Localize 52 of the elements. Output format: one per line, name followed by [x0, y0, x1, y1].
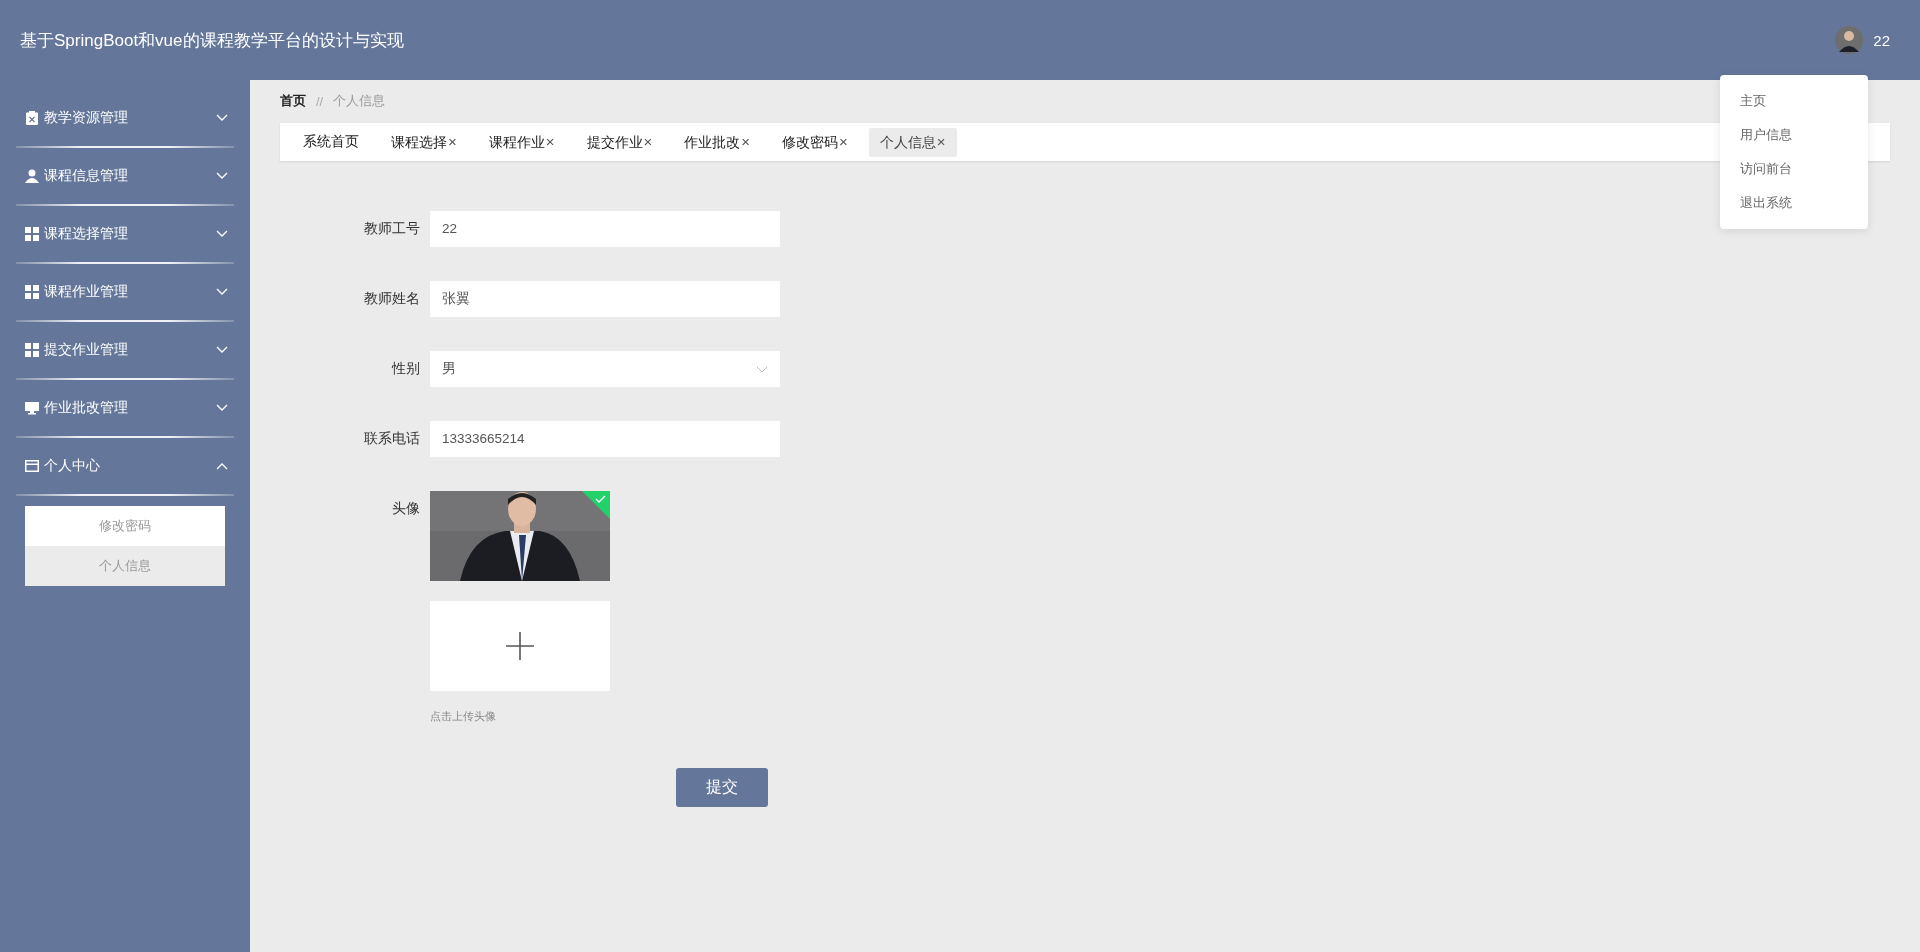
- sidebar-item[interactable]: 作业批改管理: [0, 380, 250, 436]
- tab[interactable]: 课程作业×: [477, 127, 566, 157]
- chevron-icon: [216, 172, 228, 180]
- tab[interactable]: 作业批改×: [673, 127, 762, 157]
- upload-hint: 点击上传头像: [430, 709, 496, 724]
- tab[interactable]: 修改密码×: [771, 127, 859, 157]
- chevron-icon: [216, 462, 228, 470]
- chevron-icon: [216, 404, 228, 412]
- field-label: 教师工号: [363, 220, 421, 238]
- input-field[interactable]: 13333665214: [430, 421, 780, 457]
- field-label: 联系电话: [363, 430, 421, 448]
- field-label: 性别: [390, 360, 421, 378]
- grid-icon: [25, 343, 39, 357]
- tab[interactable]: 提交作业×: [575, 127, 664, 157]
- chevron-icon: [216, 114, 228, 122]
- plus-icon: [506, 632, 534, 660]
- menu-item[interactable]: 退出系统: [1720, 186, 1868, 220]
- sidebar-item[interactable]: 课程选择管理: [0, 206, 250, 262]
- chevron-icon: [216, 346, 228, 354]
- tab[interactable]: 课程选择×: [380, 127, 468, 157]
- input-field[interactable]: 22: [430, 211, 780, 247]
- avatar-icon[interactable]: [1835, 26, 1864, 54]
- success-check-icon: [582, 491, 610, 519]
- menu-item[interactable]: 访问前台: [1720, 152, 1868, 186]
- chevron-icon: [216, 230, 228, 238]
- input-field[interactable]: 张翼: [430, 281, 780, 317]
- grid-icon: [25, 285, 39, 299]
- sidebar-item[interactable]: 课程信息管理: [0, 148, 250, 204]
- clipboard-icon: [25, 111, 39, 125]
- select-field[interactable]: 男: [430, 351, 780, 387]
- tab[interactable]: 个人信息×: [868, 127, 957, 157]
- breadcrumb-link[interactable]: 首页: [280, 92, 306, 110]
- field-label: 头像: [391, 500, 421, 518]
- submit-button[interactable]: 提交: [676, 768, 768, 807]
- caret-icon: [756, 366, 768, 373]
- user-icon: [25, 169, 39, 183]
- breadcrumb-current: 个人信息: [333, 92, 386, 110]
- username[interactable]: 22: [1873, 31, 1890, 49]
- menu-item[interactable]: 用户信息: [1720, 118, 1868, 152]
- sidebar-item[interactable]: 个人中心: [0, 438, 250, 494]
- tab[interactable]: 系统首页: [292, 128, 370, 156]
- breadcrumb-separator: //: [316, 93, 324, 109]
- app-title: 基于SpringBoot和vue的课程教学平台的设计与实现: [20, 29, 404, 52]
- chevron-icon: [216, 288, 228, 296]
- grid-icon: [25, 227, 39, 241]
- monitor-icon: [25, 401, 39, 415]
- field-label: 教师姓名: [363, 290, 421, 308]
- sidebar-item[interactable]: 课程作业管理: [0, 264, 250, 320]
- card-icon: [25, 459, 39, 473]
- sidebar-item[interactable]: 提交作业管理: [0, 322, 250, 378]
- sidebar-item[interactable]: 教学资源管理: [0, 90, 250, 146]
- menu-item[interactable]: 主页: [1720, 84, 1868, 118]
